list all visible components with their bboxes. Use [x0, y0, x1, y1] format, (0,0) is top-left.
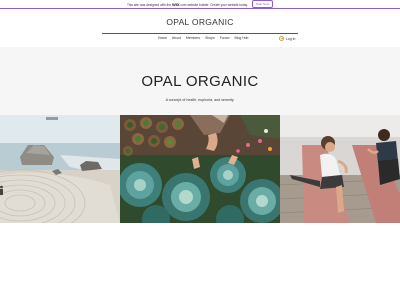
header-divider — [102, 33, 298, 34]
harvest-image — [120, 115, 280, 223]
site-title[interactable]: OPAL ORGANIC — [0, 17, 400, 27]
wix-banner-text-after: .com website builder. Create your websit… — [179, 2, 248, 7]
nav-item-forum[interactable]: Forum — [220, 36, 230, 40]
start-now-button[interactable]: Start Now — [251, 0, 274, 8]
wix-banner-text-before: This site was designed with the — [126, 2, 172, 7]
wix-banner-text: This site was designed with the WIX.com … — [127, 2, 248, 7]
login-button[interactable]: Log In — [279, 36, 295, 41]
hero-title: OPAL ORGANIC — [141, 73, 259, 90]
login-label: Log In — [286, 36, 296, 41]
nav-item-about[interactable]: About — [172, 36, 181, 40]
page-continuation — [0, 223, 400, 300]
site-header: OPAL ORGANIC Home About Members Shops Fo… — [0, 9, 400, 47]
hero-tagline: A concept of health, euphoria, and seren… — [165, 98, 235, 102]
zen-garden-image — [0, 115, 120, 223]
yoga-image — [280, 115, 400, 223]
nav-item-blog-hub[interactable]: Blog Hub — [234, 36, 248, 40]
nav-item-members[interactable]: Members — [186, 36, 200, 40]
nav-item-home[interactable]: Home — [158, 36, 167, 40]
wix-logo[interactable]: WIX — [172, 2, 180, 7]
nav-item-shops[interactable]: Shops — [205, 36, 215, 40]
hero-section: OPAL ORGANIC A concept of health, euphor… — [0, 47, 400, 115]
user-icon — [279, 36, 284, 41]
wix-banner: This site was designed with the WIX.com … — [0, 0, 400, 9]
image-gallery — [0, 115, 400, 223]
main-nav: Home About Members Shops Forum Blog Hub — [158, 36, 248, 40]
